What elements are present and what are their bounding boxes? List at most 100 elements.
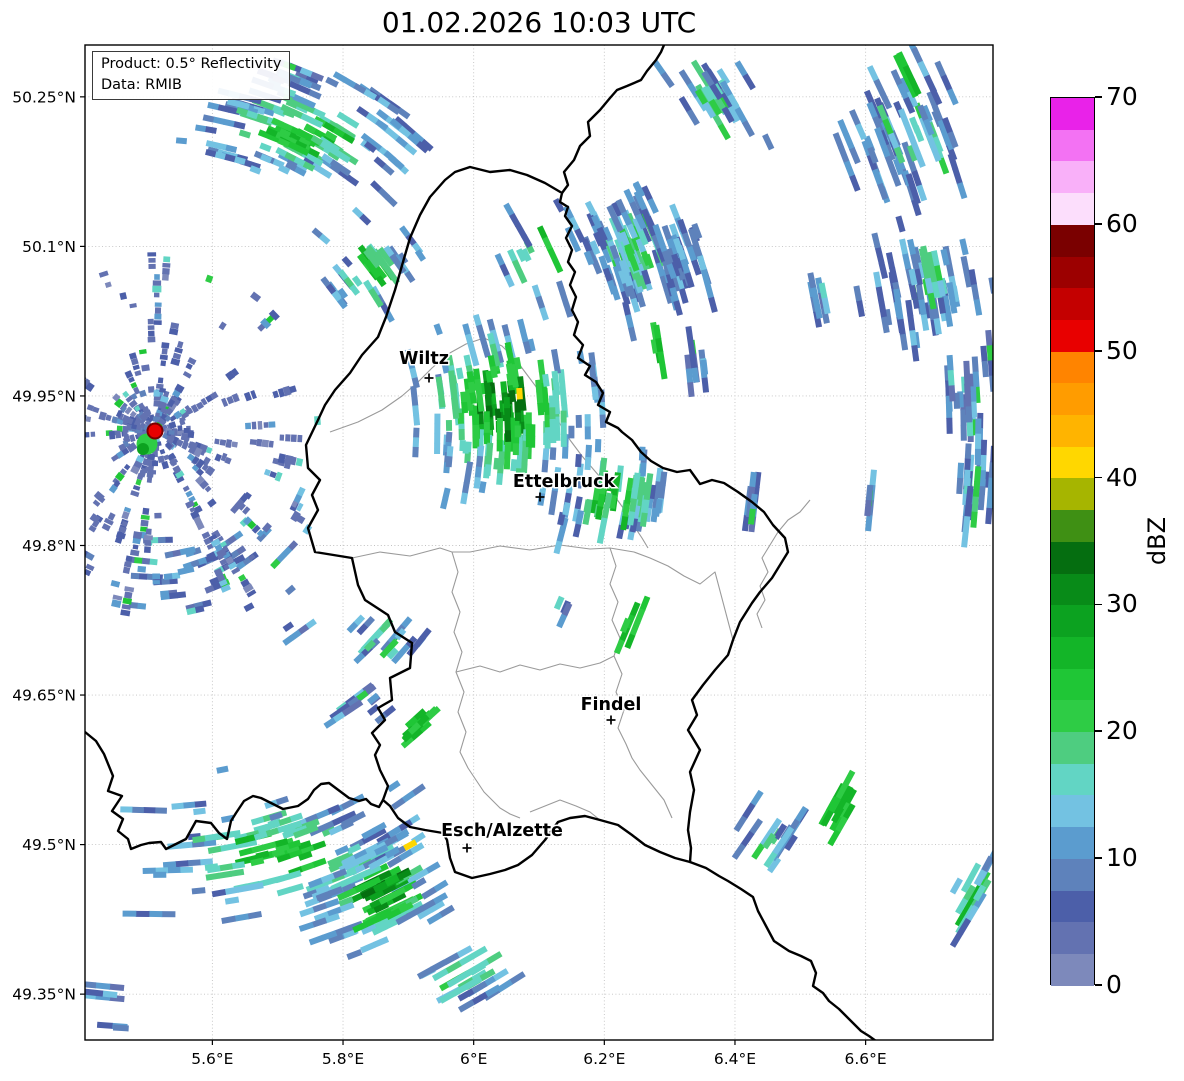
neighbor-country-border: [688, 860, 877, 1040]
colorbar-segment: [1051, 129, 1094, 162]
echo-cell: [53, 512, 61, 520]
echo-cell: [63, 377, 71, 386]
echo-cell: [963, 469, 971, 486]
echo-cell: [58, 283, 69, 293]
echo-cell: [211, 888, 227, 898]
echo-cell: [741, 120, 755, 138]
echo-cell: [132, 484, 141, 491]
city-label: Findel: [581, 695, 642, 715]
colorbar-tick-label: 20: [1106, 716, 1138, 746]
echo-cell: [559, 381, 567, 395]
echo-cell: [463, 471, 472, 484]
echo-cell: [216, 765, 229, 774]
echo-cell: [205, 140, 218, 149]
echo-cell: [762, 133, 775, 151]
echo-cell: [917, 60, 930, 78]
echo-cell: [460, 391, 468, 403]
echo-cell: [585, 444, 592, 458]
echo-cell: [136, 602, 147, 610]
colorbar-tick: [1095, 223, 1102, 225]
echo-cell: [973, 299, 983, 316]
echo-cell: [138, 348, 147, 355]
echo-cell: [987, 360, 993, 377]
echo-cell: [849, 109, 861, 127]
echo-cell: [856, 300, 865, 318]
echo-cell: [85, 981, 97, 989]
x-tick-label: 6.6°E: [845, 1050, 887, 1068]
echo-cell: [458, 429, 465, 441]
echo-cell: [905, 299, 914, 317]
echo-cell: [949, 877, 963, 895]
echo-cell: [537, 402, 545, 416]
echo-cell: [50, 460, 58, 468]
echo-cell: [219, 439, 227, 446]
echo-cell: [179, 841, 193, 849]
echo-cell: [148, 263, 156, 270]
echo-cell: [160, 593, 170, 601]
echo-cell: [455, 367, 464, 380]
echo-cell: [165, 536, 173, 543]
echo-cell: [55, 279, 66, 289]
y-tick-label: 49.8°N: [22, 537, 76, 555]
echo-cell: [516, 387, 523, 401]
echo-cell: [717, 123, 731, 141]
echo-cell: [549, 407, 556, 420]
echo-cell: [231, 441, 238, 448]
echo-cell: [959, 238, 969, 256]
echo-cell: [467, 343, 477, 357]
colorbar-segment: [1051, 478, 1094, 511]
echo-cell: [49, 269, 59, 278]
echo-cell: [521, 234, 533, 249]
y-tick-label: 49.65°N: [12, 687, 76, 705]
echo-cell: [535, 379, 543, 393]
colorbar-segment: [1051, 383, 1094, 416]
echo-cell: [964, 391, 972, 408]
echo-cell: [473, 424, 480, 437]
echo-cell: [974, 466, 982, 483]
district-border: [351, 544, 734, 641]
colorbar-tick-label: 10: [1106, 843, 1138, 873]
echo-cell: [75, 375, 84, 385]
echo-cell: [960, 424, 967, 441]
echo-cell: [971, 284, 980, 301]
colorbar-tick-label: 0: [1106, 969, 1122, 999]
echo-cell: [869, 469, 877, 486]
echo-cell: [124, 586, 135, 593]
echo-cell: [154, 313, 162, 320]
echo-cell: [168, 592, 178, 600]
echo-cell: [115, 430, 122, 439]
echo-cell: [946, 417, 953, 434]
echo-cell: [360, 941, 377, 954]
echo-cell: [153, 320, 162, 326]
echo-cell: [38, 504, 48, 514]
echo-cell: [501, 324, 511, 337]
echo-cell: [483, 411, 490, 423]
echo-cell: [311, 840, 327, 851]
echo-cell: [119, 292, 128, 301]
echo-cell: [295, 457, 304, 467]
echo-cell: [132, 544, 139, 550]
echo-cell: [30, 555, 38, 563]
echo-cell: [137, 565, 147, 573]
echo-cell: [486, 442, 494, 455]
echo-cell: [163, 256, 171, 263]
echo-cell: [975, 433, 982, 450]
echo-cell: [946, 88, 959, 106]
echo-cell: [261, 439, 269, 448]
echo-cell: [110, 580, 121, 588]
echo-cell: [442, 487, 451, 500]
echo-cell: [207, 101, 220, 111]
echo-cell: [964, 443, 972, 460]
echo-cell: [300, 861, 315, 873]
colorbar-segment: [1051, 827, 1094, 859]
colorbar-segment: [1051, 668, 1094, 701]
echo-cell: [149, 558, 158, 566]
echo-cell: [440, 497, 449, 510]
echo-cell: [274, 873, 290, 884]
echo-cell: [878, 262, 889, 279]
echo-cell: [205, 872, 220, 881]
echo-cell: [67, 368, 76, 377]
echo-cell: [162, 262, 171, 268]
echo-cell: [899, 238, 909, 256]
echo-cell: [263, 422, 269, 428]
